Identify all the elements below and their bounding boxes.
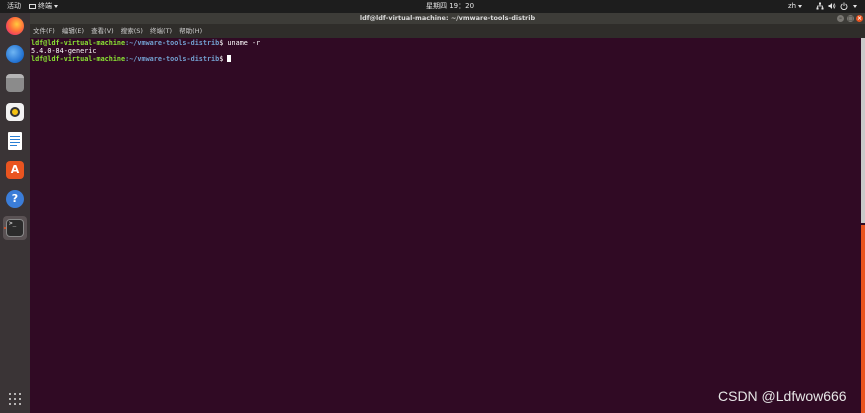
power-icon xyxy=(841,2,848,10)
minimize-icon: – xyxy=(839,15,842,22)
dock: A ? >_ xyxy=(0,13,30,413)
dock-software-center[interactable]: A xyxy=(3,158,27,182)
dock-firefox[interactable] xyxy=(3,14,27,38)
prompt-suffix: $ xyxy=(219,55,228,63)
dock-libreoffice-writer[interactable] xyxy=(3,129,27,153)
terminal-line: 5.4.0-84-generic xyxy=(31,47,860,55)
terminal-icon: >_ xyxy=(6,219,24,237)
terminal-area[interactable]: ldf@ldf-virtual-machine:~/vmware-tools-d… xyxy=(30,38,860,413)
dock-help[interactable]: ? xyxy=(3,187,27,211)
network-icon xyxy=(816,2,824,10)
clock[interactable]: 星期四 19：20 xyxy=(426,0,474,13)
chevron-down-icon xyxy=(798,4,803,8)
top-panel: 活动 终端 星期四 19：20 zh xyxy=(0,0,865,13)
app-menu-label: 终端 xyxy=(38,2,52,10)
window-titlebar[interactable]: ldf@ldf-virtual-machine: ~/vmware-tools-… xyxy=(30,13,865,24)
close-button[interactable]: × xyxy=(856,15,863,22)
menu-terminal[interactable]: 终端(T) xyxy=(150,24,172,38)
libreoffice-writer-icon xyxy=(8,132,22,150)
text-cursor xyxy=(227,55,232,62)
dock-rhythmbox[interactable] xyxy=(3,100,27,124)
firefox-icon xyxy=(6,17,24,35)
scrollbar-track[interactable] xyxy=(861,38,865,223)
watermark: CSDN @Ldfwow666 xyxy=(718,388,847,404)
minimize-button[interactable]: – xyxy=(837,15,844,22)
terminal-small-icon xyxy=(29,3,36,9)
dock-files[interactable] xyxy=(3,71,27,95)
chevron-down-icon xyxy=(54,4,58,8)
close-icon: × xyxy=(856,15,863,22)
window-title: ldf@ldf-virtual-machine: ~/vmware-tools-… xyxy=(359,14,536,22)
scrollbar-thumb[interactable] xyxy=(861,225,865,413)
thunderbird-icon xyxy=(6,45,24,63)
prompt-user: ldf@ldf-virtual-machine xyxy=(31,39,126,47)
maximize-button[interactable]: □ xyxy=(847,15,854,22)
menu-file[interactable]: 文件(F) xyxy=(33,24,55,38)
prompt-path: :~/vmware-tools-distrib xyxy=(125,39,220,47)
menu-help[interactable]: 帮助(H) xyxy=(179,24,202,38)
terminal-line: ldf@ldf-virtual-machine:~/vmware-tools-d… xyxy=(31,55,860,63)
menubar: 文件(F) 编辑(E) 查看(V) 搜索(S) 终端(T) 帮助(H) xyxy=(30,24,865,38)
rhythmbox-icon xyxy=(6,103,24,121)
system-menu[interactable] xyxy=(816,0,857,13)
menu-view[interactable]: 查看(V) xyxy=(91,24,114,38)
menu-search[interactable]: 搜索(S) xyxy=(121,24,143,38)
volume-icon xyxy=(828,3,836,9)
menu-edit[interactable]: 编辑(E) xyxy=(62,24,84,38)
dock-terminal[interactable]: >_ xyxy=(3,216,27,240)
files-icon xyxy=(6,74,24,92)
language-indicator[interactable]: zh xyxy=(788,0,803,13)
prompt-path: :~/vmware-tools-distrib xyxy=(125,55,220,63)
dock-thunderbird[interactable] xyxy=(3,42,27,66)
language-label: zh xyxy=(788,2,797,10)
help-icon: ? xyxy=(6,190,24,208)
command-text: $ uname -r xyxy=(219,39,261,47)
maximize-icon: □ xyxy=(847,15,854,22)
app-menu[interactable]: 终端 xyxy=(29,0,58,13)
activities-button[interactable]: 活动 xyxy=(7,0,21,13)
prompt-user: ldf@ldf-virtual-machine xyxy=(31,55,126,63)
software-center-icon: A xyxy=(6,161,24,179)
command-output: 5.4.0-84-generic xyxy=(31,47,97,55)
show-applications-icon[interactable] xyxy=(9,393,21,405)
terminal-line: ldf@ldf-virtual-machine:~/vmware-tools-d… xyxy=(31,39,860,47)
chevron-down-icon xyxy=(852,4,857,8)
